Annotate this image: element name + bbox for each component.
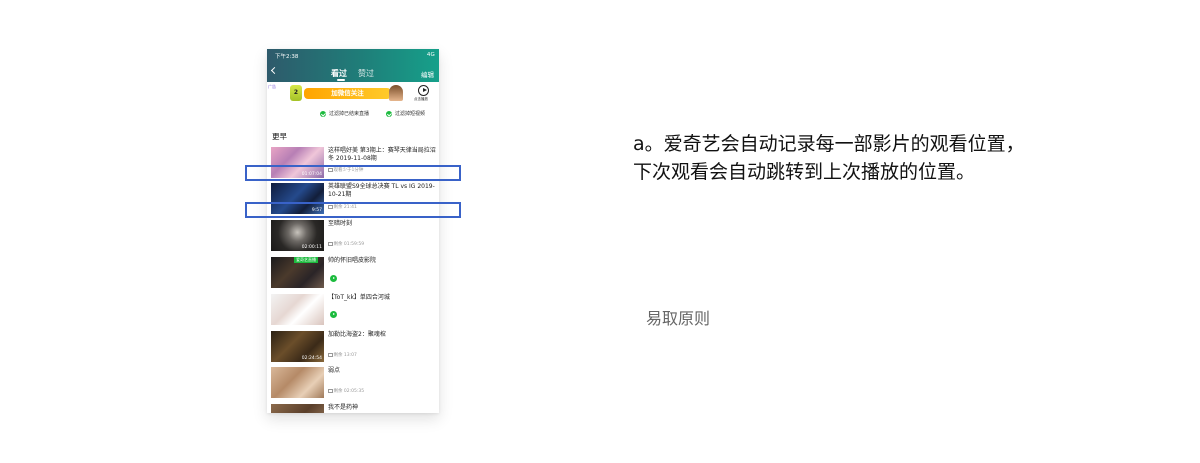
- play-icon[interactable]: [330, 311, 337, 318]
- history-item[interactable]: 爱奇艺直播 帅的怀旧唱皮影院: [267, 257, 439, 292]
- ad-banner[interactable]: 广告 2 加微信关注 点击播放: [267, 82, 439, 105]
- ad-tag: 广告: [268, 84, 276, 89]
- video-thumbnail: 爱奇艺直播: [271, 257, 324, 288]
- ad-figure-image: [389, 85, 403, 101]
- active-tab-indicator: [337, 79, 345, 81]
- principle-label: 易取原则: [646, 309, 711, 328]
- filter-short-video[interactable]: 过滤掉短视频: [386, 110, 425, 117]
- section-header-earlier: 更早: [272, 132, 287, 141]
- device-icon: [328, 389, 333, 393]
- video-thumbnail: 02:00:11: [271, 220, 324, 251]
- live-badge: 爱奇艺直播: [294, 257, 318, 263]
- device-icon: [328, 353, 333, 357]
- history-item[interactable]: 02:00:11 至暗时刻 剩余 01:59:59: [267, 220, 439, 255]
- highlight-box: [245, 165, 461, 181]
- video-thumbnail: [271, 367, 324, 398]
- ad-banner-text: 加微信关注: [304, 88, 391, 99]
- thumbnail-duration: 02:00:11: [301, 245, 322, 250]
- play-icon[interactable]: [418, 85, 429, 96]
- item-title: 这样唱好美 第3期上：赛琴天律当局拉沼冬 2019-11-08期: [328, 147, 436, 162]
- item-progress: 剩余 01:59:59: [328, 241, 364, 247]
- status-time: 下午2:38: [275, 54, 299, 60]
- check-icon: [320, 110, 326, 117]
- item-progress: 剩余 02:05:35: [328, 388, 364, 394]
- item-title: 英雄联盟S9全球总决赛 TL vs IG 2019-10-21期: [328, 183, 435, 198]
- history-item[interactable]: 【ToT_kk】单四合河城: [267, 294, 439, 329]
- filter-label: 过滤掉短视频: [395, 111, 426, 117]
- item-title: 【ToT_kk】单四合河城: [328, 294, 390, 301]
- item-title: 至暗时刻: [328, 220, 353, 227]
- progress-text: 剩余 01:59:59: [333, 242, 365, 247]
- history-item[interactable]: 我不是药神: [267, 404, 439, 413]
- ad-logo: 2: [290, 85, 302, 101]
- tab-watched[interactable]: 看过: [331, 68, 347, 79]
- thumbnail-duration: 02:24:54: [301, 356, 322, 361]
- filter-label: 过滤掉已结束直播: [329, 111, 370, 117]
- progress-text: 剩余 02:05:35: [333, 389, 365, 394]
- highlight-box: [245, 202, 461, 218]
- filter-bar: 过滤掉已结束直播 过滤掉短视频: [267, 108, 439, 120]
- phone-screenshot: 下午2:38 4G 看过 赞过 编辑 广告 2 加微信关注 点击播放 过滤掉已结…: [267, 49, 439, 413]
- description-text: a。爱奇艺会自动记录每一部影片的观看位置，下次观看会自动跳转到上次播放的位置。: [633, 133, 1025, 183]
- item-title: 我不是药神: [328, 404, 359, 411]
- item-title: 弱点: [328, 367, 341, 374]
- ad-play-label: 点击播放: [414, 97, 428, 101]
- app-header: 下午2:38 4G 看过 赞过 编辑: [267, 49, 439, 82]
- progress-text: 剩余 13:07: [333, 353, 357, 358]
- device-icon: [328, 242, 333, 246]
- back-arrow-icon[interactable]: [270, 66, 279, 75]
- item-progress: 剩余 13:07: [328, 352, 357, 358]
- tab-liked[interactable]: 赞过: [358, 68, 374, 79]
- item-title: 帅的怀旧唱皮影院: [328, 257, 377, 264]
- video-thumbnail: 02:24:54: [271, 331, 324, 362]
- edit-button[interactable]: 编辑: [421, 69, 434, 79]
- video-thumbnail: [271, 404, 324, 413]
- filter-ended-live[interactable]: 过滤掉已结束直播: [320, 110, 369, 117]
- status-indicators: 4G: [426, 52, 435, 58]
- history-item[interactable]: 弱点 剩余 02:05:35: [267, 367, 439, 402]
- check-icon: [386, 110, 392, 117]
- history-item[interactable]: 02:24:54 加勒比海盗2：聚魂棺 剩余 13:07: [267, 331, 439, 366]
- play-icon[interactable]: [330, 275, 337, 282]
- item-title: 加勒比海盗2：聚魂棺: [328, 331, 386, 338]
- status-bar: 下午2:38 4G: [271, 52, 435, 61]
- video-thumbnail: [271, 294, 324, 325]
